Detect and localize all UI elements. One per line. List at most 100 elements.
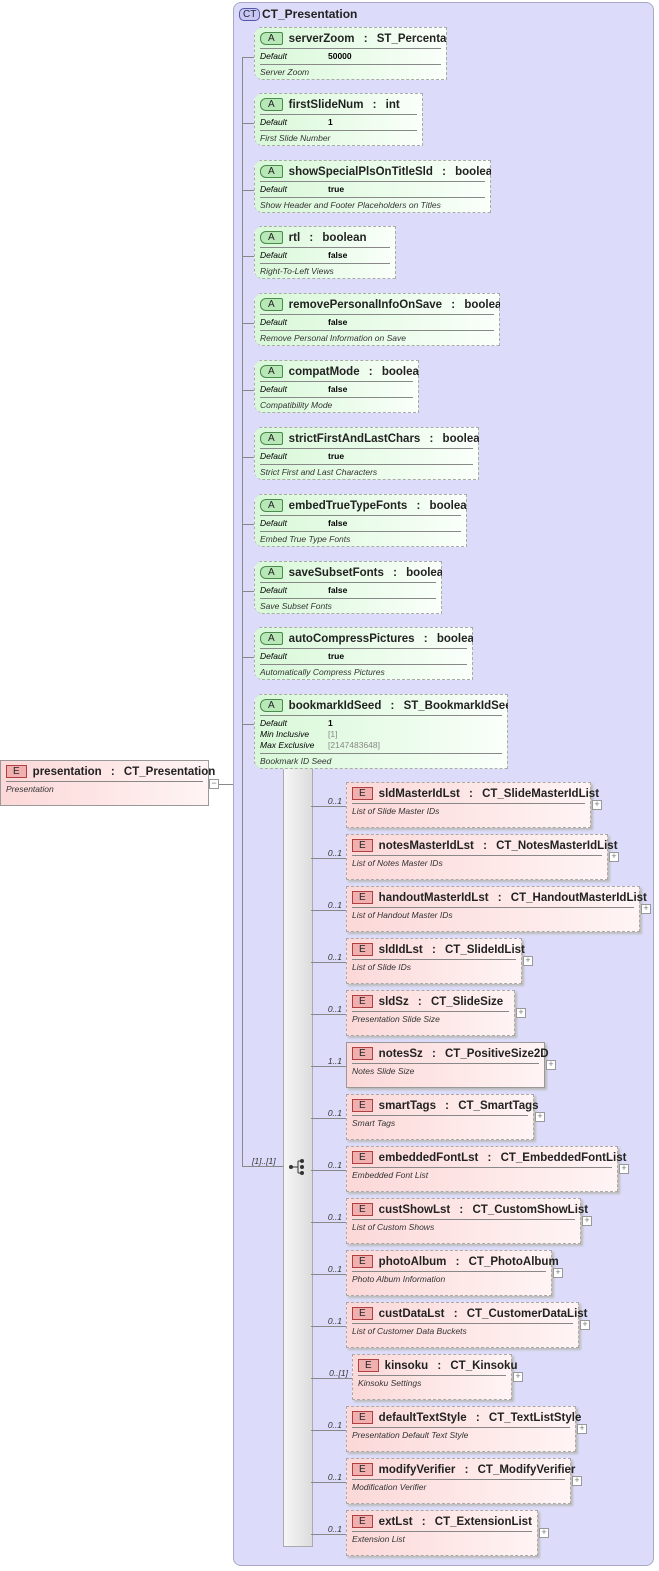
element-extLst[interactable]: EextLst : CT_ExtensionList Extension List (346, 1510, 538, 1556)
prop-label: Max Exclusive (260, 740, 315, 750)
prop-value: false (328, 250, 348, 260)
element-notesMasterIdLst[interactable]: EnotesMasterIdLst : CT_NotesMasterIdList… (346, 834, 618, 880)
element-icon: E (352, 891, 373, 904)
element-desc: Presentation Default Text Style (352, 1430, 469, 1440)
element-sldSz[interactable]: EsldSz : CT_SlideSize Presentation Slide … (346, 990, 515, 1036)
cardinality: 0..1 (327, 1524, 342, 1534)
connector (311, 1118, 346, 1119)
connector (311, 1170, 346, 1171)
element-defaultTextStyle[interactable]: EdefaultTextStyle : CT_TextListStyle Pres… (346, 1406, 581, 1452)
attribute-name: showSpecialPlsOnTitleSld (288, 165, 433, 178)
connector (242, 57, 254, 58)
cardinality: 0..1 (327, 952, 342, 962)
connector (311, 1014, 346, 1015)
expand-toggle[interactable]: + (609, 852, 619, 862)
attribute-serverZoom[interactable]: AserverZoom : ST_Percentage Default 50000 S… (254, 27, 447, 80)
cardinality: 0..1 (327, 1472, 342, 1482)
expand-toggle[interactable]: + (572, 1476, 582, 1486)
attribute-autoCompressPictures[interactable]: AautoCompressPictures : boolean Default tr… (254, 627, 473, 680)
connector (242, 524, 254, 525)
root-element-presentation[interactable]: Epresentation : CT_Presentation Presenta… (0, 760, 215, 806)
connector (311, 1066, 346, 1067)
element-desc: Photo Album Information (352, 1274, 446, 1284)
element-desc: List of Slide IDs (352, 962, 412, 972)
element-icon: E (352, 943, 373, 956)
expand-toggle[interactable]: + (580, 1320, 590, 1330)
element-kinsoku[interactable]: Ekinsoku : CT_Kinsoku Kinsoku Settings (352, 1354, 517, 1400)
element-handoutMasterIdLst[interactable]: EhandoutMasterIdLst : CT_HandoutMasterId… (346, 886, 647, 932)
element-type: CT_SlideIdList (445, 943, 525, 956)
prop-value: true (328, 451, 345, 461)
expand-toggle[interactable]: + (516, 1008, 526, 1018)
connector (242, 657, 254, 658)
attribute-saveSubsetFonts[interactable]: AsaveSubsetFonts : boolean Default false Sa… (254, 561, 442, 614)
attribute-firstSlideNum[interactable]: AfirstSlideNum : int Default 1 First Slide … (254, 93, 423, 146)
attribute-prop: Max Exclusive [2147483648] (260, 740, 502, 751)
attribute-prop: Default true (260, 184, 485, 195)
element-desc: List of Custom Shows (352, 1222, 435, 1232)
element-notesSz[interactable]: EnotesSz : CT_PositiveSize2D Notes Slide … (346, 1042, 549, 1088)
element-photoAlbum[interactable]: EphotoAlbum : CT_PhotoAlbum Photo Album I… (346, 1250, 559, 1296)
attribute-embedTrueTypeFonts[interactable]: AembedTrueTypeFonts : boolean Default fals… (254, 494, 467, 547)
attribute-showSpecialPlsOnTitleSld[interactable]: AshowSpecialPlsOnTitleSld : boolean Defau… (254, 160, 491, 213)
element-custDataLst[interactable]: EcustDataLst : CT_CustomerDataList List o… (346, 1302, 588, 1348)
attribute-desc: Remove Personal Information on Save (260, 333, 406, 343)
prop-label: Default (260, 518, 287, 528)
cardinality: 0..1 (327, 1004, 342, 1014)
element-smartTags[interactable]: EsmartTags : CT_SmartTags Smart Tags (346, 1094, 539, 1140)
cardinality: 0..1 (327, 848, 342, 858)
expand-toggle[interactable]: + (535, 1112, 545, 1122)
element-sldMasterIdLst[interactable]: EsldMasterIdLst : CT_SlideMasterIdList Li… (346, 782, 599, 828)
element-name: defaultTextStyle (378, 1411, 467, 1424)
element-modifyVerifier[interactable]: EmodifyVerifier : CT_ModifyVerifier Modif… (346, 1458, 575, 1504)
expand-toggle[interactable]: + (592, 800, 602, 810)
element-icon: E (352, 1307, 373, 1320)
connector (311, 1430, 346, 1431)
element-desc: Kinsoku Settings (358, 1378, 422, 1388)
element-custShowLst[interactable]: EcustShowLst : CT_CustomShowList List of … (346, 1198, 588, 1244)
prop-value: 1 (328, 718, 333, 728)
cardinality: 0..1 (327, 796, 342, 806)
element-type: CT_PhotoAlbum (468, 1255, 559, 1268)
attribute-prop: Default false (260, 518, 461, 529)
element-desc: Notes Slide Size (352, 1066, 415, 1076)
element-sldIdLst[interactable]: EsldIdLst : CT_SlideIdList List of Slide … (346, 938, 525, 984)
attribute-type: int (385, 98, 400, 111)
attribute-desc: First Slide Number (260, 133, 331, 143)
connector (242, 1166, 283, 1167)
attribute-type: ST_BookmarkIdSeed (403, 699, 519, 712)
expand-toggle[interactable]: + (553, 1268, 563, 1278)
cardinality: 0..1 (327, 1160, 342, 1170)
prop-value: [2147483648] (328, 740, 380, 750)
element-icon: E (352, 1203, 373, 1216)
attribute-compatMode[interactable]: AcompatMode : boolean Default false Compati… (254, 360, 419, 413)
expand-toggle[interactable]: + (539, 1528, 549, 1538)
expand-toggle[interactable]: + (582, 1216, 592, 1226)
attribute-desc: Save Subset Fonts (260, 601, 332, 611)
prop-label: Default (260, 51, 287, 61)
element-icon: E (352, 995, 373, 1008)
connector (311, 910, 346, 911)
expand-toggle[interactable]: + (523, 956, 533, 966)
expand-toggle[interactable]: + (619, 1164, 629, 1174)
root-type: CT_Presentation (123, 765, 216, 778)
element-name: smartTags (378, 1099, 436, 1112)
attribute-strictFirstAndLastChars[interactable]: AstrictFirstAndLastChars : boolean Defaul… (254, 427, 479, 480)
connector (242, 724, 254, 725)
expand-toggle[interactable]: + (577, 1424, 587, 1434)
element-icon: E (352, 1047, 373, 1060)
element-name: handoutMasterIdLst (378, 891, 489, 904)
cardinality: 0..[1] (329, 1368, 348, 1378)
expand-toggle[interactable]: + (546, 1060, 556, 1070)
attribute-prop: Default false (260, 250, 390, 261)
expand-toggle[interactable]: + (641, 904, 651, 914)
prop-label: Default (260, 184, 287, 194)
collapse-toggle[interactable]: − (209, 779, 219, 789)
expand-toggle[interactable]: + (513, 1372, 523, 1382)
attribute-rtl[interactable]: Artl : boolean Default false Right-To-Left … (254, 226, 396, 279)
element-embeddedFontLst[interactable]: EembeddedFontLst : CT_EmbeddedFontList Em… (346, 1146, 626, 1192)
attribute-name: saveSubsetFonts (288, 566, 384, 579)
attribute-bookmarkIdSeed[interactable]: AbookmarkIdSeed : ST_BookmarkIdSeed Defau… (254, 694, 508, 769)
attribute-removePersonalInfoOnSave[interactable]: AremovePersonalInfoOnSave : boolean Defau… (254, 293, 500, 346)
prop-label: Default (260, 317, 287, 327)
